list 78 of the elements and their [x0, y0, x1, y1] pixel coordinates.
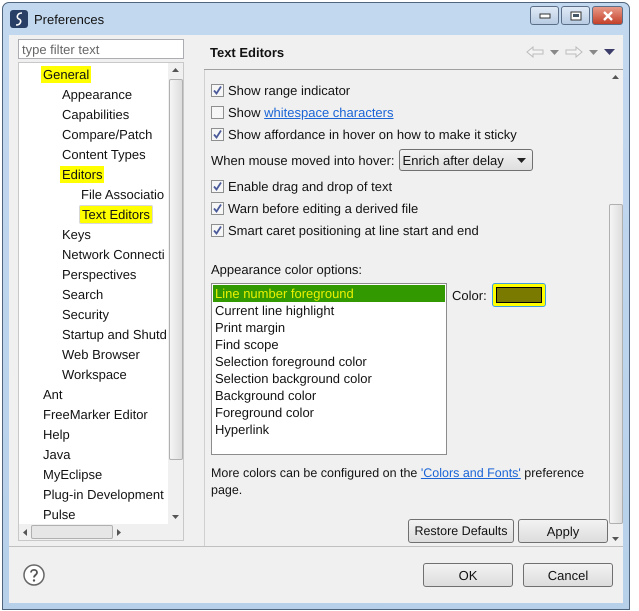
maximize-button[interactable] [561, 6, 590, 25]
help-icon[interactable] [23, 564, 45, 586]
vertical-scrollbar[interactable] [168, 63, 183, 524]
scroll-down-icon [612, 537, 619, 541]
hover-dropdown[interactable]: Enrich after delay [398, 149, 533, 171]
checkbox[interactable] [211, 84, 224, 96]
hover-label: When mouse moved into hover: [211, 152, 395, 168]
checkbox[interactable] [211, 202, 224, 214]
note-text: More colors can be configured on the 'Colors and Fonts' preference page. [211, 465, 586, 499]
checkbox-label: Show affordance in hover on how to make it sticky [228, 126, 517, 142]
tree-item[interactable]: Appearance [60, 86, 134, 102]
caret-icon [516, 158, 526, 162]
tree-item[interactable]: Perspectives [60, 266, 138, 282]
colors-and-fonts-link[interactable]: 'Colors and Fonts' [420, 466, 521, 480]
tree-item[interactable]: Text Editors [79, 204, 153, 224]
tree-item[interactable]: Plug-in Development [41, 486, 166, 502]
horizontal-scrollbar[interactable] [19, 524, 183, 540]
close-icon [602, 10, 614, 20]
minimize-button[interactable] [530, 6, 559, 25]
scroll-left-icon [23, 528, 27, 536]
tree-item[interactable]: File Associatio [79, 186, 166, 202]
checkbox-label: Show whitespace characters [228, 104, 394, 120]
checkbox[interactable] [211, 106, 224, 118]
tree-item[interactable]: MyEclipse [41, 466, 104, 482]
scroll-up-icon [172, 68, 179, 72]
tree-item[interactable]: Network Connecti [60, 246, 167, 262]
color-picker-button[interactable] [492, 283, 546, 307]
section-label: Appearance color options: [211, 262, 364, 277]
tree-item[interactable]: Java [41, 446, 72, 462]
tree-item[interactable]: Workspace [60, 366, 129, 382]
close-button[interactable] [592, 6, 623, 25]
tree-item[interactable]: Capabilities [60, 106, 132, 122]
tree-item[interactable]: Help [41, 426, 72, 442]
window-title: Preferences [34, 12, 104, 26]
scroll-up-icon [612, 75, 619, 79]
dropdown-caret-icon[interactable] [550, 50, 559, 54]
checkbox-label: Smart caret positioning at line start and end [228, 222, 479, 238]
list-item[interactable]: Foreground color [213, 404, 445, 421]
checkbox[interactable] [211, 128, 224, 140]
maximize-icon [570, 10, 582, 20]
tree-item[interactable]: Editors [60, 166, 104, 182]
scroll-down-icon [172, 515, 179, 519]
tree-item[interactable]: Compare/Patch [60, 126, 154, 142]
whitespace-characters-link[interactable]: whitespace characters [264, 104, 394, 120]
page-button[interactable]: Apply [518, 519, 608, 543]
filter-field[interactable]: type filter text [18, 39, 184, 59]
page-title: Text Editors [210, 44, 284, 60]
list-item[interactable]: Find scope [213, 336, 445, 353]
minimize-icon [538, 12, 550, 18]
checkbox-label: Enable drag and drop of text [228, 178, 392, 194]
scroll-right-icon [117, 528, 121, 536]
list-item[interactable]: Print margin [213, 319, 445, 336]
page-button[interactable]: Restore Defaults [408, 519, 514, 543]
tree-item[interactable]: Ant [41, 386, 65, 402]
checkbox-label: Warn before editing a derived file [228, 200, 418, 216]
dropdown-caret-icon[interactable] [589, 50, 598, 54]
view-menu-icon[interactable] [604, 49, 615, 55]
list-item[interactable]: Current line highlight [213, 302, 445, 319]
list-item[interactable]: Background color [213, 387, 445, 404]
tree-item[interactable]: Search [60, 286, 106, 302]
list-item[interactable]: Hyperlink [213, 421, 445, 438]
tree-item[interactable]: Keys [60, 226, 93, 242]
checkbox[interactable] [211, 180, 224, 192]
color-label: Color: [452, 288, 487, 303]
tree-item[interactable]: FreeMarker Editor [41, 406, 150, 422]
list-item[interactable]: Selection background color [213, 370, 445, 387]
app-logo-icon [10, 10, 28, 28]
tree-item[interactable]: Security [60, 306, 111, 322]
tree-item[interactable]: Web Browser [60, 346, 142, 362]
tree-item[interactable]: General [41, 66, 92, 82]
checkbox[interactable] [211, 224, 224, 236]
tree-item[interactable]: Content Types [60, 146, 148, 162]
dialog-button[interactable]: Cancel [523, 563, 613, 587]
dialog-button[interactable]: OK [423, 563, 513, 587]
list-item[interactable]: Selection foreground color [213, 353, 445, 370]
checkbox-label: Show range indicator [228, 82, 350, 98]
tree-item[interactable]: Pulse [41, 506, 78, 522]
tree-item[interactable]: Startup and Shutd [60, 326, 169, 342]
